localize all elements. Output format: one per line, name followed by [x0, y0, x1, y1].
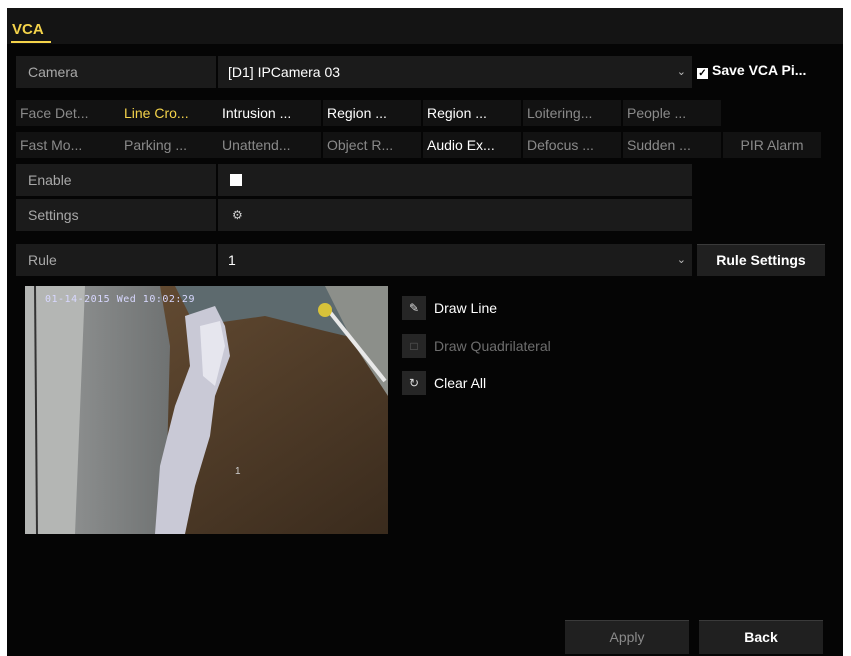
rule-settings-button[interactable]: Rule Settings — [697, 244, 825, 276]
edit-square-icon: □ — [402, 334, 426, 358]
chevron-down-icon: ⌄ — [676, 254, 686, 266]
enable-field — [218, 164, 692, 196]
tab-region-entrance[interactable]: Region ... — [323, 100, 421, 126]
vca-tab[interactable]: VCA — [12, 21, 44, 38]
top-tab-bar: VCA — [7, 8, 843, 44]
save-vca-label: Save VCA Pi... — [712, 62, 807, 78]
checkbox-checked-icon: ✓ — [697, 68, 708, 79]
enable-row: Enable — [16, 164, 692, 196]
preview-timestamp: 01-14-2015 Wed 10:02:29 — [45, 294, 195, 305]
camera-value: [D1] IPCamera 03 — [228, 64, 341, 80]
tab-fast-moving[interactable]: Fast Mo... — [16, 132, 120, 158]
preview-camera-number: 1 — [235, 466, 241, 477]
back-button[interactable]: Back — [699, 620, 823, 654]
tab-defocus[interactable]: Defocus ... — [523, 132, 621, 158]
vca-window: VCA Camera [D1] IPCamera 03 ⌄ ✓ Save VCA … — [7, 8, 843, 656]
rule-value: 1 — [228, 252, 236, 268]
settings-field: ⚙ — [218, 199, 692, 231]
tab-unattended-baggage[interactable]: Unattend... — [218, 132, 321, 158]
tab-face-detection[interactable]: Face Det... — [16, 100, 120, 126]
camera-preview[interactable]: 01-14-2015 Wed 10:02:29 1 — [25, 286, 388, 534]
clear-all-label: Clear All — [434, 375, 487, 391]
rule-label: Rule — [16, 244, 216, 276]
clear-icon: ↻ — [402, 371, 426, 395]
tab-people-gathering[interactable]: People ... — [623, 100, 721, 126]
tab-loitering[interactable]: Loitering... — [523, 100, 621, 126]
settings-label: Settings — [16, 199, 216, 231]
settings-row: Settings ⚙ — [16, 199, 692, 231]
enable-label: Enable — [16, 164, 216, 196]
tab-object-removal[interactable]: Object R... — [323, 132, 421, 158]
draw-quadrilateral-label: Draw Quadrilateral — [434, 338, 551, 354]
tab-region-exiting[interactable]: Region ... — [423, 100, 521, 126]
camera-row: Camera [D1] IPCamera 03 ⌄ — [16, 56, 692, 88]
tab-pir-alarm[interactable]: PIR Alarm — [723, 132, 821, 158]
gear-icon[interactable]: ⚙ — [232, 199, 243, 231]
tab-sudden-scene-change[interactable]: Sudden ... — [623, 132, 721, 158]
rule-row: Rule 1 ⌄ — [16, 244, 692, 276]
tab-intrusion[interactable]: Intrusion ... — [218, 100, 321, 126]
apply-button[interactable]: Apply — [565, 620, 689, 654]
chevron-down-icon: ⌄ — [676, 66, 686, 78]
tab-parking[interactable]: Parking ... — [120, 132, 218, 158]
enable-checkbox[interactable] — [230, 174, 242, 186]
camera-preview-image — [25, 286, 388, 534]
pencil-icon: ✎ — [402, 296, 426, 320]
rule-select[interactable]: 1 ⌄ — [218, 244, 692, 276]
camera-select[interactable]: [D1] IPCamera 03 ⌄ — [218, 56, 692, 88]
save-vca-picture-checkbox[interactable]: ✓ Save VCA Pi... — [697, 62, 806, 79]
vca-tab-underline — [11, 41, 51, 43]
camera-label: Camera — [16, 56, 216, 88]
draw-line-label: Draw Line — [434, 300, 498, 316]
tab-audio-exception[interactable]: Audio Ex... — [423, 132, 521, 158]
tab-line-crossing[interactable]: Line Cro... — [120, 100, 218, 126]
